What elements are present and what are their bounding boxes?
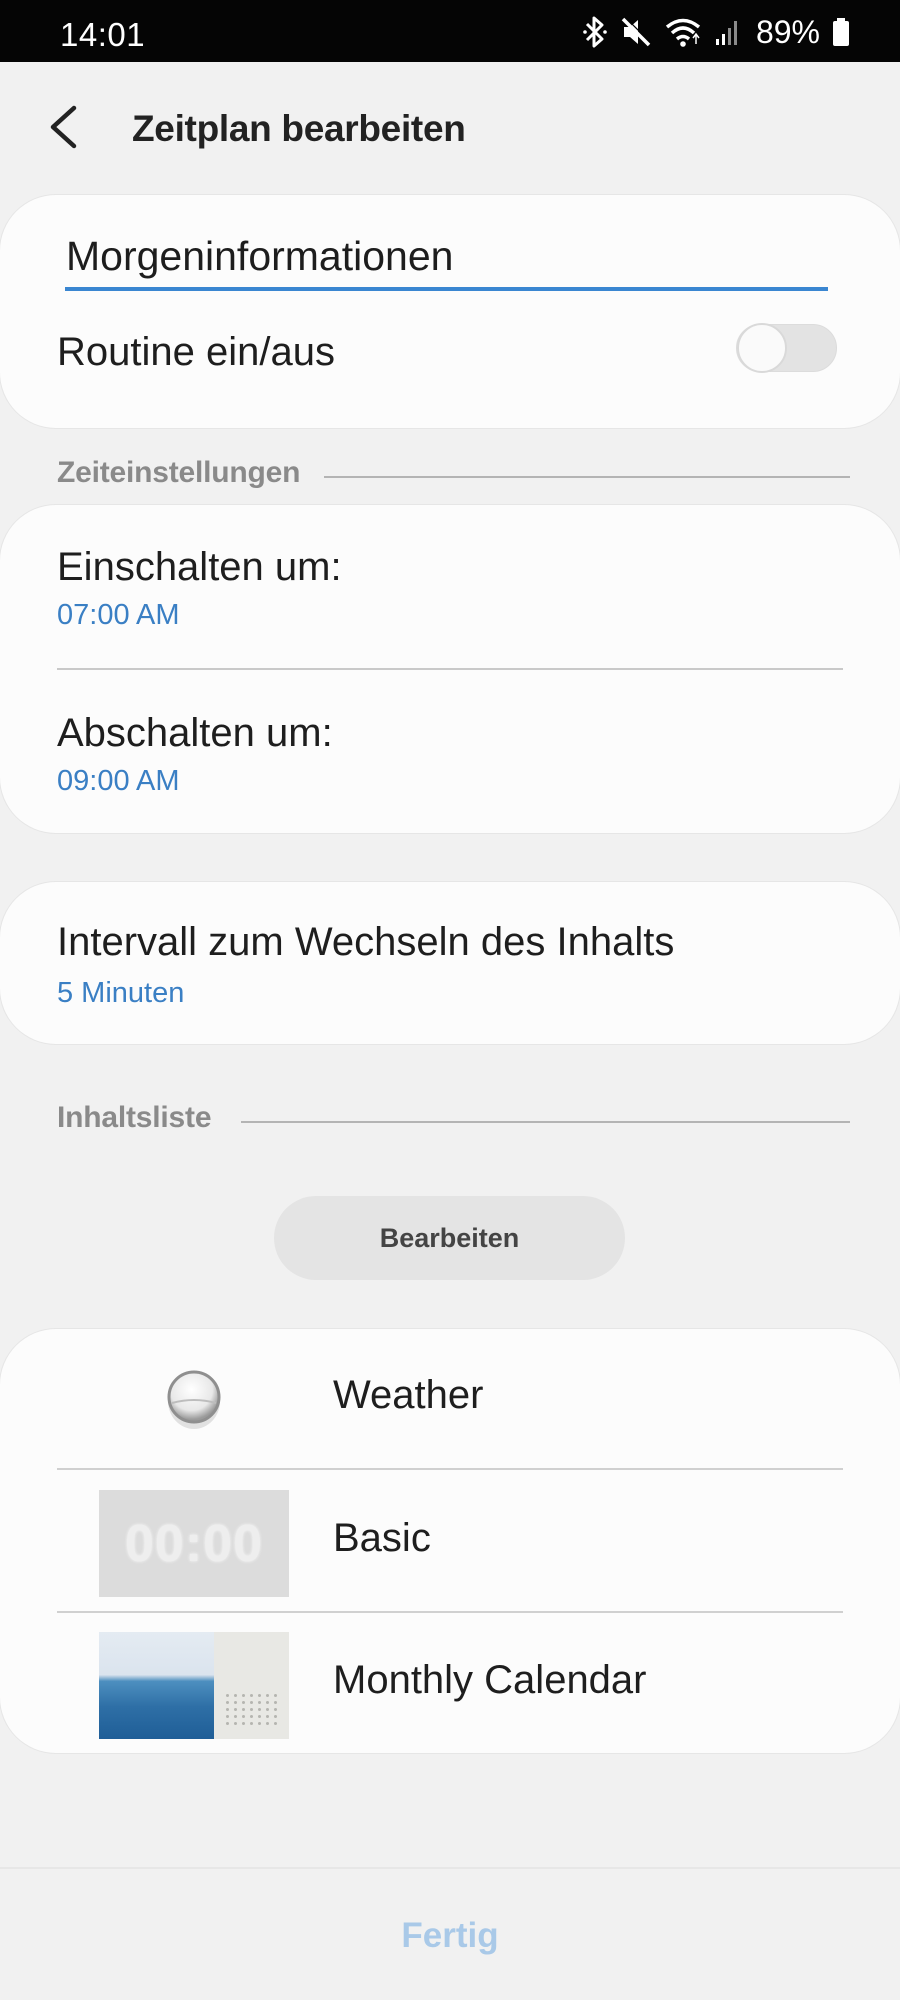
section-divider [324, 476, 850, 478]
calendar-dot [250, 1708, 253, 1711]
calendar-dot [242, 1722, 245, 1725]
status-icons: 89% [582, 12, 850, 52]
calendar-dot [226, 1694, 229, 1697]
content-label: Weather [333, 1373, 484, 1417]
calendar-thumbnail [99, 1632, 289, 1739]
calendar-dot [242, 1701, 245, 1704]
calendar-dot [250, 1722, 253, 1725]
toggle-knob [737, 323, 787, 373]
interval-card[interactable]: Intervall zum Wechseln des Inhalts 5 Min… [0, 882, 900, 1044]
calendar-dot [266, 1708, 269, 1711]
calendar-dot [266, 1701, 269, 1704]
list-item-basic[interactable]: 00:00 Basic [0, 1472, 900, 1615]
done-button[interactable]: Fertig [350, 1911, 550, 1961]
edit-content-button[interactable]: Bearbeiten [274, 1196, 625, 1280]
routine-toggle-label: Routine ein/aus [57, 330, 335, 374]
section-divider [241, 1121, 850, 1123]
calendar-dot [274, 1701, 277, 1704]
time-settings-card: Einschalten um: 07:00 AM Abschalten um: … [0, 505, 900, 833]
end-time-value: 09:00 AM [57, 765, 180, 797]
calendar-dot [258, 1694, 261, 1697]
end-time-row[interactable]: Abschalten um: 09:00 AM [0, 671, 900, 831]
routine-name-input[interactable] [65, 233, 828, 291]
calendar-dot [274, 1694, 277, 1697]
content-list-card: Weather 00:00 Basic Monthly Calendar [0, 1329, 900, 1753]
chevron-left-icon [50, 105, 77, 149]
calendar-dot [258, 1715, 261, 1718]
list-item-monthly-calendar[interactable]: Monthly Calendar [0, 1614, 900, 1757]
calendar-dot [226, 1701, 229, 1704]
app-header: Zeitplan bearbeiten [0, 62, 900, 192]
section-title-time: Zeiteinstellungen [57, 456, 301, 489]
bottom-bar: Fertig [0, 1867, 900, 2000]
section-header-time: Zeiteinstellungen [57, 456, 857, 496]
battery-icon [832, 17, 850, 47]
start-time-label: Einschalten um: [57, 545, 342, 589]
calendar-dot [274, 1722, 277, 1725]
calendar-dot [258, 1708, 261, 1711]
calendar-dot [242, 1715, 245, 1718]
page-title: Zeitplan bearbeiten [132, 108, 466, 149]
calendar-dot [226, 1715, 229, 1718]
calendar-dot [266, 1694, 269, 1697]
list-item-weather[interactable]: Weather [0, 1329, 900, 1472]
calendar-dot [250, 1694, 253, 1697]
routine-toggle-switch[interactable] [736, 323, 837, 373]
calendar-dot [242, 1708, 245, 1711]
calendar-dot [242, 1694, 245, 1697]
bluetooth-icon [582, 15, 608, 49]
calendar-dot [234, 1694, 237, 1697]
end-time-label: Abschalten um: [57, 711, 333, 755]
signal-icon [714, 17, 742, 47]
section-title-content: Inhaltsliste [57, 1101, 212, 1134]
mute-icon [620, 16, 652, 48]
calendar-dot [234, 1722, 237, 1725]
calendar-dot [258, 1701, 261, 1704]
row-divider [57, 1611, 843, 1613]
start-time-value: 07:00 AM [57, 599, 180, 631]
sea-image [99, 1632, 214, 1739]
calendar-dot [274, 1715, 277, 1718]
routine-name-card: Routine ein/aus [0, 195, 900, 428]
basic-clock-thumbnail: 00:00 [99, 1490, 289, 1597]
calendar-dot [250, 1715, 253, 1718]
content-label: Basic [333, 1516, 431, 1560]
calendar-dot [234, 1701, 237, 1704]
interval-value: 5 Minuten [57, 977, 185, 1009]
row-divider [57, 1468, 843, 1470]
calendar-grid-image [214, 1632, 289, 1739]
calendar-dot [226, 1722, 229, 1725]
interval-label: Intervall zum Wechseln des Inhalts [57, 920, 675, 964]
section-header-content: Inhaltsliste [57, 1101, 857, 1141]
calendar-dot [266, 1722, 269, 1725]
status-bar: 14:01 89% [0, 0, 900, 62]
battery-percent: 89% [755, 13, 820, 50]
calendar-dot [258, 1722, 261, 1725]
thumbnail-clock-text: 00:00 [125, 1514, 263, 1573]
status-time: 14:01 [60, 16, 146, 53]
calendar-dot [234, 1708, 237, 1711]
calendar-dot [274, 1708, 277, 1711]
content-label: Monthly Calendar [333, 1658, 647, 1702]
calendar-dot [250, 1701, 253, 1704]
weather-droplet-icon [163, 1359, 225, 1435]
calendar-dot [266, 1715, 269, 1718]
wifi-icon [664, 16, 702, 48]
calendar-dot [226, 1708, 229, 1711]
calendar-dot [234, 1715, 237, 1718]
back-button[interactable] [38, 100, 88, 154]
row-divider [57, 668, 843, 670]
start-time-row[interactable]: Einschalten um: 07:00 AM [0, 505, 900, 665]
